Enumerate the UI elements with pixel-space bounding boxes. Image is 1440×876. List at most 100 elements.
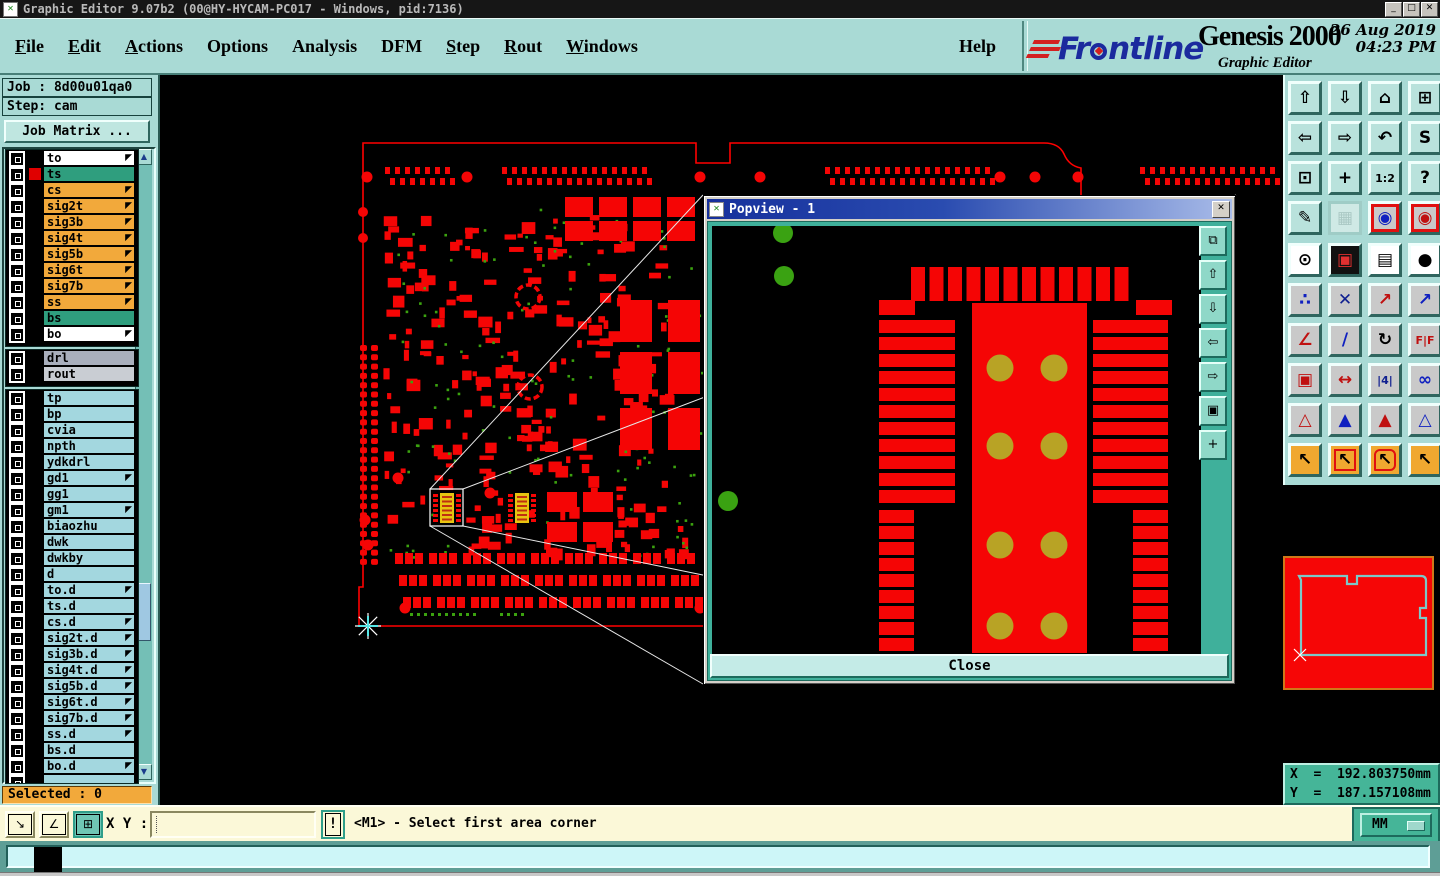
layer-row-sig2t.d[interactable]: sig2t.d ◤: [6, 630, 138, 647]
layer-row-ts.d[interactable]: ts.d: [6, 598, 138, 615]
layer-row-d[interactable]: d: [6, 566, 138, 583]
layer-checkbox[interactable]: [9, 407, 25, 423]
split-windows-button[interactable]: ⊞: [1408, 81, 1440, 115]
popview-close-icon[interactable]: ✕: [1212, 201, 1230, 218]
layer-arrow-icon[interactable]: ◤: [125, 617, 132, 627]
layer-name[interactable]: ydkdrl: [44, 455, 134, 469]
menu-rout[interactable]: Rout: [504, 36, 542, 57]
layer-row-ts[interactable]: ts: [6, 166, 138, 183]
layer-checkbox[interactable]: [9, 199, 25, 215]
layer-checkbox[interactable]: [9, 743, 25, 759]
layer-name[interactable]: d: [44, 567, 134, 581]
select-window-button[interactable]: ↖: [1328, 443, 1362, 477]
layer-row-bo.d[interactable]: bo.d ◤: [6, 758, 138, 775]
layer-row-clipped[interactable]: [6, 774, 138, 783]
layer-arrow-icon[interactable]: ◤: [125, 665, 132, 675]
layer-checkbox[interactable]: [9, 487, 25, 503]
layer-checkbox[interactable]: [9, 231, 25, 247]
popview-close-button[interactable]: Close: [710, 654, 1229, 678]
layer-checkbox[interactable]: [9, 151, 25, 167]
layer-row-dwkby[interactable]: dwkby: [6, 550, 138, 567]
layer-row-sig7b[interactable]: sig7b ◤: [6, 278, 138, 295]
layer-checkbox[interactable]: [9, 727, 25, 743]
popview-canvas[interactable]: [712, 223, 1201, 657]
layer-name[interactable]: tp: [44, 391, 134, 405]
layer-row-sig5b.d[interactable]: sig5b.d ◤: [6, 678, 138, 695]
layer-checkbox[interactable]: [9, 351, 25, 367]
layer-name[interactable]: drl: [44, 351, 134, 365]
xy-input[interactable]: [150, 811, 316, 838]
menu-dfm[interactable]: DFM: [381, 36, 422, 57]
layer-checkbox[interactable]: [9, 439, 25, 455]
pv-pan-left-button[interactable]: ⇦: [1199, 328, 1227, 358]
layer-name[interactable]: sig4t ◤: [44, 231, 134, 245]
layer-name[interactable]: bs: [44, 311, 134, 325]
layer-name[interactable]: cs.d ◤: [44, 615, 134, 629]
layer-checkbox[interactable]: [9, 183, 25, 199]
help-button[interactable]: ?: [1408, 161, 1440, 195]
layer-checkbox[interactable]: [9, 711, 25, 727]
angle-measure-button[interactable]: ∠: [1288, 323, 1322, 357]
layer-name[interactable]: cvia: [44, 423, 134, 437]
step-field[interactable]: Step: cam: [2, 97, 152, 116]
layer-row-sig4t.d[interactable]: sig4t.d ◤: [6, 662, 138, 679]
layer-name[interactable]: ts.d: [44, 599, 134, 613]
layer-name[interactable]: gg1: [44, 487, 134, 501]
layer-arrow-icon[interactable]: ◤: [125, 473, 132, 483]
layer-checkbox[interactable]: [9, 679, 25, 695]
line-slope-button[interactable]: /: [1328, 323, 1362, 357]
stretch-button[interactable]: ↔: [1328, 363, 1362, 397]
layer-name[interactable]: sig6t.d ◤: [44, 695, 134, 709]
restore-button[interactable]: □: [1403, 2, 1420, 17]
layer-name[interactable]: sig5b ◤: [44, 247, 134, 261]
layer-checkbox[interactable]: [9, 327, 25, 343]
mirror-button[interactable]: F|F: [1408, 323, 1440, 357]
detach-view-button[interactable]: ⧉: [1199, 226, 1227, 256]
shape-edit-button[interactable]: ▣: [1328, 243, 1362, 277]
layer-arrow-icon[interactable]: ◤: [125, 233, 132, 243]
home-view-button[interactable]: ⌂: [1368, 81, 1402, 115]
layer-row-cs.d[interactable]: cs.d ◤: [6, 614, 138, 631]
layer-arrow-icon[interactable]: ◤: [125, 281, 132, 291]
layer-checkbox[interactable]: [9, 247, 25, 263]
layer-name[interactable]: sig7b.d ◤: [44, 711, 134, 725]
layer-name[interactable]: dwk: [44, 535, 134, 549]
layer-checkbox[interactable]: [9, 631, 25, 647]
layer-checkbox[interactable]: [9, 423, 25, 439]
layer-row-to.d[interactable]: to.d ◤: [6, 582, 138, 599]
layer-checkbox[interactable]: [9, 311, 25, 327]
layer-name[interactable]: sig5b.d ◤: [44, 679, 134, 693]
layer-checkbox[interactable]: [9, 367, 25, 383]
move-dot-button[interactable]: ↗: [1408, 283, 1440, 317]
layer-checkbox[interactable]: [9, 695, 25, 711]
layer-checkbox[interactable]: [9, 503, 25, 519]
layer-arrow-icon[interactable]: ◤: [125, 713, 132, 723]
layer-row-gg1[interactable]: gg1: [6, 486, 138, 503]
arc-outline-button[interactable]: △: [1288, 403, 1322, 437]
layer-row-sig4t[interactable]: sig4t ◤: [6, 230, 138, 247]
layer-name[interactable]: biaozhu: [44, 519, 134, 533]
layer-row-bp[interactable]: bp: [6, 406, 138, 423]
scale-1-2-button[interactable]: 1:2: [1368, 161, 1402, 195]
arc-wide-button[interactable]: △: [1408, 403, 1440, 437]
layer-row-bs.d[interactable]: bs.d: [6, 742, 138, 759]
layer-name[interactable]: gd1 ◤: [44, 471, 134, 485]
copy-shape-button[interactable]: ▣: [1288, 363, 1322, 397]
layer-arrow-icon[interactable]: ◤: [125, 249, 132, 259]
grow-dot-button[interactable]: ↗: [1368, 283, 1402, 317]
zoom-fit-button[interactable]: ⊡: [1288, 161, 1322, 195]
popview-window[interactable]: ✕ Popview - 1 ✕ ⧉ ⇧ ⇩ ⇦ ⇨ ▣ + Close: [703, 195, 1236, 685]
select-cursor-button[interactable]: ↖: [1288, 443, 1322, 477]
layer-row-drl[interactable]: drl: [6, 350, 138, 367]
layer-name[interactable]: ss ◤: [44, 295, 134, 309]
layer-name[interactable]: to.d ◤: [44, 583, 134, 597]
layer-checkbox[interactable]: [9, 279, 25, 295]
layer-arrow-icon[interactable]: ◤: [125, 649, 132, 659]
layer-checkbox[interactable]: [9, 567, 25, 583]
job-field[interactable]: Job : 8d00u01qa0: [2, 78, 152, 97]
rotate-button[interactable]: ↻: [1368, 323, 1402, 357]
layer-row-gm1[interactable]: gm1 ◤: [6, 502, 138, 519]
layer-row-rout[interactable]: rout: [6, 366, 138, 383]
layer-arrow-icon[interactable]: ◤: [125, 297, 132, 307]
layer-checkbox[interactable]: [9, 471, 25, 487]
